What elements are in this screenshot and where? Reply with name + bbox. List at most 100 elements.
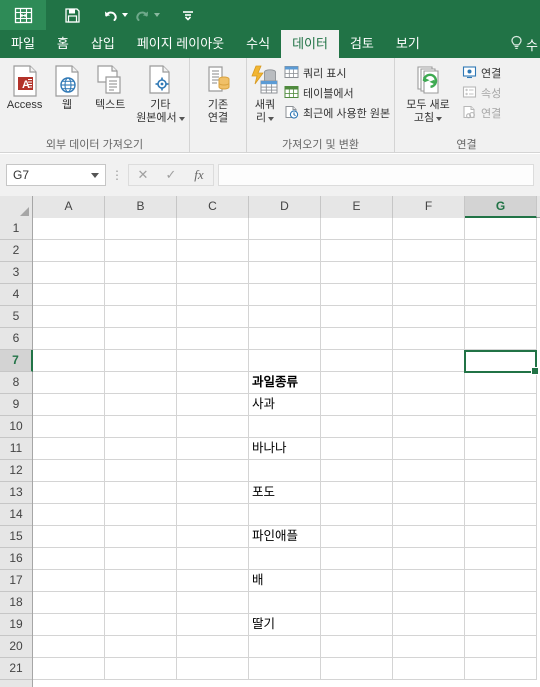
undo-dropdown-caret-icon[interactable] [122, 13, 128, 17]
cell-B2[interactable] [105, 240, 177, 262]
cell-G19[interactable] [465, 614, 537, 636]
cell-E4[interactable] [321, 284, 393, 306]
cell-G3[interactable] [465, 262, 537, 284]
cell-E15[interactable] [321, 526, 393, 548]
cell-D15[interactable]: 파인애플 [249, 526, 321, 548]
cell-A9[interactable] [33, 394, 105, 416]
cell-C13[interactable] [177, 482, 249, 504]
cell-A4[interactable] [33, 284, 105, 306]
cell-G15[interactable] [465, 526, 537, 548]
select-all-corner[interactable] [0, 196, 33, 218]
web-button[interactable]: 웹 [47, 61, 86, 112]
row-header-18[interactable]: 18 [0, 592, 32, 614]
row-header-16[interactable]: 16 [0, 548, 32, 570]
cell-B21[interactable] [105, 658, 177, 680]
row-header-11[interactable]: 11 [0, 438, 32, 460]
cell-D5[interactable] [249, 306, 321, 328]
customize-quick-access-toolbar-icon[interactable] [175, 0, 201, 30]
other-sources-caret-icon[interactable] [178, 116, 185, 121]
cell-C21[interactable] [177, 658, 249, 680]
row-header-14[interactable]: 14 [0, 504, 32, 526]
text-button[interactable]: 텍스트 [87, 61, 134, 112]
cell-A14[interactable] [33, 504, 105, 526]
refresh-all-caret-icon[interactable] [436, 116, 443, 121]
cell-E1[interactable] [321, 218, 393, 240]
cell-C10[interactable] [177, 416, 249, 438]
cell-C15[interactable] [177, 526, 249, 548]
cell-D3[interactable] [249, 262, 321, 284]
cell-E6[interactable] [321, 328, 393, 350]
row-header-6[interactable]: 6 [0, 328, 32, 350]
tell-me-box[interactable]: 수 [510, 30, 540, 58]
cell-A10[interactable] [33, 416, 105, 438]
cell-B1[interactable] [105, 218, 177, 240]
show-queries-button[interactable]: 쿼리 표시 [281, 63, 393, 83]
cell-F17[interactable] [393, 570, 465, 592]
cell-E8[interactable] [321, 372, 393, 394]
cell-C7[interactable] [177, 350, 249, 372]
cell-C19[interactable] [177, 614, 249, 636]
cell-F15[interactable] [393, 526, 465, 548]
cell-D18[interactable] [249, 592, 321, 614]
cell-B15[interactable] [105, 526, 177, 548]
cell-A19[interactable] [33, 614, 105, 636]
cell-D1[interactable] [249, 218, 321, 240]
cell-D16[interactable] [249, 548, 321, 570]
cell-B8[interactable] [105, 372, 177, 394]
cell-F16[interactable] [393, 548, 465, 570]
cell-D17[interactable]: 배 [249, 570, 321, 592]
tab-review[interactable]: 검토 [339, 30, 385, 58]
cell-F12[interactable] [393, 460, 465, 482]
cell-D11[interactable]: 바나나 [249, 438, 321, 460]
cell-D13[interactable]: 포도 [249, 482, 321, 504]
cell-E18[interactable] [321, 592, 393, 614]
cell-F13[interactable] [393, 482, 465, 504]
cell-E13[interactable] [321, 482, 393, 504]
cell-F20[interactable] [393, 636, 465, 658]
row-header-10[interactable]: 10 [0, 416, 32, 438]
cell-E14[interactable] [321, 504, 393, 526]
cell-G8[interactable] [465, 372, 537, 394]
cell-D9[interactable]: 사과 [249, 394, 321, 416]
cell-B12[interactable] [105, 460, 177, 482]
cell-A15[interactable] [33, 526, 105, 548]
cell-E21[interactable] [321, 658, 393, 680]
cell-G9[interactable] [465, 394, 537, 416]
cell-E9[interactable] [321, 394, 393, 416]
cell-A7[interactable] [33, 350, 105, 372]
cell-D19[interactable]: 딸기 [249, 614, 321, 636]
row-header-13[interactable]: 13 [0, 482, 32, 504]
access-button[interactable]: A Access [2, 61, 47, 112]
cell-C14[interactable] [177, 504, 249, 526]
cell-A6[interactable] [33, 328, 105, 350]
cell-A2[interactable] [33, 240, 105, 262]
cell-B18[interactable] [105, 592, 177, 614]
cell-C16[interactable] [177, 548, 249, 570]
cell-G5[interactable] [465, 306, 537, 328]
cell-F7[interactable] [393, 350, 465, 372]
cell-D8[interactable]: 과일종류 [249, 372, 321, 394]
new-query-button[interactable]: 새쿼 리 [249, 61, 281, 125]
row-header-1[interactable]: 1 [0, 218, 32, 240]
cell-B11[interactable] [105, 438, 177, 460]
cell-C18[interactable] [177, 592, 249, 614]
formula-input[interactable] [218, 164, 534, 186]
cell-D20[interactable] [249, 636, 321, 658]
cell-D14[interactable] [249, 504, 321, 526]
cell-G2[interactable] [465, 240, 537, 262]
cell-B3[interactable] [105, 262, 177, 284]
cell-D7[interactable] [249, 350, 321, 372]
cell-D4[interactable] [249, 284, 321, 306]
from-table-button[interactable]: 테이블에서 [281, 83, 393, 103]
cell-A13[interactable] [33, 482, 105, 504]
cell-E20[interactable] [321, 636, 393, 658]
enter-icon[interactable]: ✓ [157, 165, 185, 185]
cell-D6[interactable] [249, 328, 321, 350]
cell-E5[interactable] [321, 306, 393, 328]
column-header-B[interactable]: B [105, 196, 177, 218]
tab-formulas[interactable]: 수식 [235, 30, 281, 58]
cell-G1[interactable] [465, 218, 537, 240]
cell-F6[interactable] [393, 328, 465, 350]
cell-F10[interactable] [393, 416, 465, 438]
cell-G7[interactable] [465, 350, 537, 372]
